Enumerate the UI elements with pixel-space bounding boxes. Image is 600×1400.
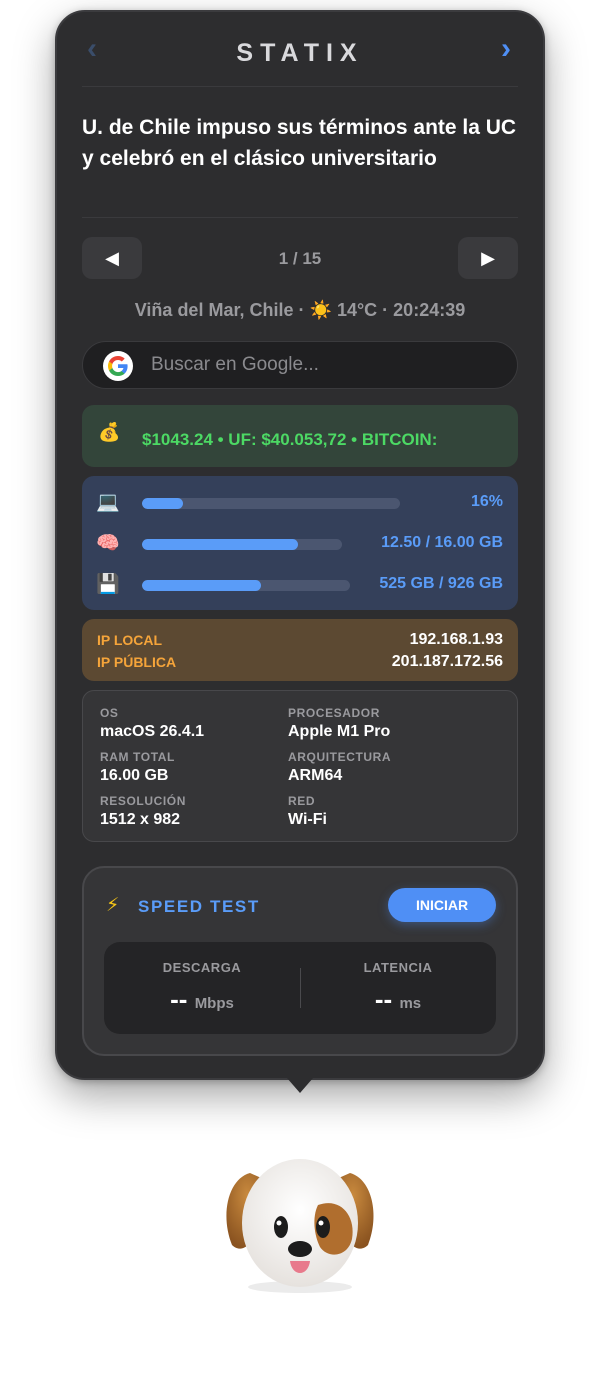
disk-usage-value: 525 GB / 926 GB: [379, 575, 503, 592]
ip-public-label: IP PÚBLICA: [97, 654, 177, 670]
ip-local-label: IP LOCAL: [97, 632, 163, 648]
ram-usage-row: 🧠 12.50 / 16.00 GB: [82, 529, 518, 559]
ram-usage-value: 12.50 / 16.00 GB: [381, 534, 503, 551]
floppy-disk-icon: 💾: [96, 574, 120, 595]
header-divider: [82, 86, 518, 87]
network-label: RED: [288, 794, 316, 808]
start-speed-test-button[interactable]: INICIAR: [388, 888, 496, 922]
ram-usage-bar: [142, 539, 342, 550]
architecture-label: ARQUITECTURA: [288, 750, 392, 764]
download-result: DESCARGA -- Mbps: [104, 942, 300, 1034]
download-value: --: [170, 984, 188, 1014]
ram-total-label: RAM TOTAL: [100, 750, 175, 764]
popover-pointer: [287, 1078, 313, 1093]
cpu-usage-row: 💻 16%: [82, 488, 518, 518]
cpu-usage-bar: [142, 498, 400, 509]
google-search-bar[interactable]: [82, 341, 518, 389]
download-unit: Mbps: [194, 995, 234, 1012]
finance-ticker: 💰 $1043.24 • UF: $40.053,72 • BITCOIN:: [82, 405, 518, 467]
cpu-usage-value: 16%: [470, 493, 503, 510]
os-value: macOS 26.4.1: [100, 723, 205, 740]
search-input[interactable]: [151, 350, 491, 380]
clock-text: 20:24:39: [393, 300, 466, 320]
processor-label: PROCESADOR: [288, 706, 381, 720]
statix-widget: ‹ STATIX › U. de Chile impuso sus términ…: [55, 10, 545, 1080]
app-title: STATIX: [236, 39, 364, 67]
resolution-value: 1512 x 982: [100, 811, 181, 828]
laptop-icon: 💻: [96, 492, 120, 513]
latency-unit: ms: [399, 995, 422, 1012]
next-page-arrow-icon[interactable]: ›: [501, 34, 511, 64]
latency-value: --: [374, 984, 393, 1014]
architecture-value: ARM64: [288, 767, 343, 784]
headline-divider: [82, 217, 518, 218]
disk-usage-bar-fill: [142, 580, 261, 591]
speed-test-card: ⚡ SPEED TEST INICIAR DESCARGA -- Mbps LA…: [82, 866, 518, 1056]
network-value: Wi-Fi: [288, 811, 327, 828]
resolution-label: RESOLUCIÓN: [100, 794, 187, 808]
os-label: OS: [100, 706, 119, 720]
speed-test-results: DESCARGA -- Mbps LATENCIA -- ms: [104, 942, 496, 1034]
news-headline[interactable]: U. de Chile impuso sus términos ante la …: [82, 112, 521, 174]
temperature-text: 14°C: [336, 300, 378, 320]
play-right-icon: ▶: [481, 248, 495, 268]
disk-usage-bar: [142, 580, 350, 591]
latency-result: LATENCIA -- ms: [300, 942, 496, 1034]
ram-usage-bar-fill: [142, 539, 298, 550]
sun-icon: ☀️: [309, 300, 332, 320]
ticker-text: $1043.24 • UF: $40.053,72 • BITCOIN:: [142, 430, 438, 449]
dog-face-icon[interactable]: [220, 1145, 380, 1295]
location-text: Viña del Mar, Chile: [134, 300, 294, 320]
processor-value: Apple M1 Pro: [288, 723, 391, 740]
resource-usage-panel: 💻 16% 🧠 12.50 / 16.00 GB 💾 525 GB / 926 …: [82, 476, 518, 610]
disk-usage-row: 💾 525 GB / 926 GB: [82, 570, 518, 600]
speed-test-title: SPEED TEST: [138, 897, 260, 916]
system-info-panel: OS macOS 26.4.1 PROCESADOR Apple M1 Pro …: [82, 690, 518, 842]
ip-local-value[interactable]: 192.168.1.93: [410, 631, 503, 649]
money-bag-icon: 💰: [98, 422, 121, 442]
download-label: DESCARGA: [162, 960, 242, 975]
google-logo-icon: [103, 351, 133, 381]
ip-address-panel: IP LOCAL 192.168.1.93 IP PÚBLICA 201.187…: [82, 619, 518, 681]
header: ‹ STATIX ›: [57, 12, 543, 86]
location-weather-line: Viña del Mar, Chile · ☀️ 14°C · 20:24:39: [134, 300, 466, 320]
ip-public-value[interactable]: 201.187.172.56: [392, 653, 503, 671]
latency-label: LATENCIA: [363, 960, 433, 975]
ram-total-value: 16.00 GB: [100, 767, 169, 784]
cpu-usage-bar-fill: [142, 498, 184, 509]
brain-icon: 🧠: [96, 533, 120, 554]
lightning-icon: ⚡: [106, 895, 120, 916]
next-news-button[interactable]: ▶: [458, 237, 518, 279]
